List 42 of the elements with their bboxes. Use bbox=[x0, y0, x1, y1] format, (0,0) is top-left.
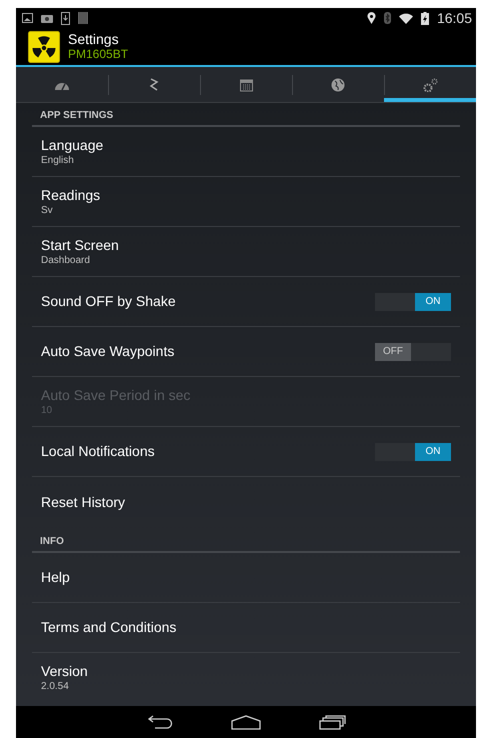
recent-apps-icon[interactable] bbox=[318, 714, 346, 730]
camera-icon bbox=[41, 13, 53, 23]
status-time: 16:05 bbox=[436, 8, 472, 28]
globe-icon bbox=[331, 78, 345, 92]
setting-title[interactable]: Start Screen bbox=[41, 236, 451, 254]
setting-summary: 2.0.54 bbox=[41, 680, 70, 693]
section-header: APP SETTINGS bbox=[40, 111, 114, 121]
back-icon[interactable] bbox=[146, 715, 172, 729]
setting-summary: English bbox=[41, 154, 75, 166]
setting-title[interactable]: Readings bbox=[41, 186, 451, 204]
zigzag-icon bbox=[149, 78, 159, 91]
toggle-switch[interactable]: ON bbox=[375, 442, 451, 460]
setting-summary: 10 bbox=[41, 404, 54, 416]
calendar-icon bbox=[240, 78, 252, 92]
gears-icon bbox=[422, 78, 438, 92]
bluetooth-icon bbox=[384, 12, 391, 24]
setting-title[interactable]: Sound OFF by Shake bbox=[41, 293, 375, 310]
image-icon bbox=[22, 13, 33, 23]
setting-title[interactable]: Reset History bbox=[41, 494, 451, 510]
home-icon[interactable] bbox=[230, 714, 260, 730]
location-pin-icon bbox=[366, 12, 376, 24]
battery-icon bbox=[420, 12, 429, 24]
toggle-switch[interactable]: ON bbox=[375, 292, 451, 310]
switch-thumb: ON bbox=[415, 442, 451, 460]
switch-thumb: OFF bbox=[375, 342, 411, 360]
app-title: Settings bbox=[68, 32, 120, 46]
toggle-switch[interactable]: OFF bbox=[375, 342, 451, 360]
setting-title[interactable]: Help bbox=[41, 569, 451, 586]
setting-title[interactable]: Terms and Conditions bbox=[41, 619, 451, 636]
setting-summary: Dashboard bbox=[41, 254, 91, 266]
section-header: INFO bbox=[40, 537, 65, 547]
setting-title[interactable]: Auto Save Waypoints bbox=[41, 343, 375, 360]
app-subtitle: PM1605BT bbox=[68, 46, 128, 62]
radiation-icon bbox=[28, 30, 60, 62]
switch-thumb: ON bbox=[415, 292, 451, 310]
wifi-icon bbox=[398, 12, 413, 24]
barcode-icon bbox=[78, 12, 88, 24]
setting-summary: Sv bbox=[41, 204, 54, 216]
download-icon bbox=[61, 12, 70, 24]
setting-title[interactable]: Language bbox=[41, 136, 451, 154]
setting-title[interactable]: Local Notifications bbox=[41, 443, 375, 460]
setting-title[interactable]: Version bbox=[41, 663, 451, 680]
